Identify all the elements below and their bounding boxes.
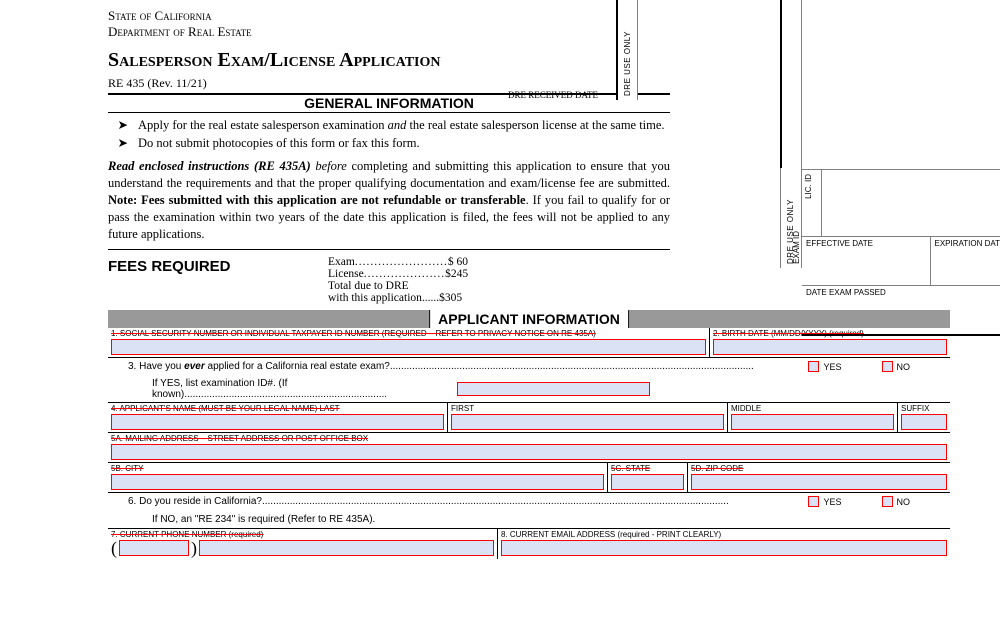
phone-paren-open: ( <box>111 539 117 557</box>
applicant-info-band: APPLICANT INFORMATION <box>108 310 950 328</box>
fees-section: FEES REQUIRED Exam......................… <box>108 256 670 304</box>
email-label: 8. CURRENT EMAIL ADDRESS (required - PRI… <box>501 530 947 539</box>
bullet-arrow-icon: ➤ <box>108 117 138 134</box>
bullet-arrow-icon: ➤ <box>108 135 138 152</box>
state-label: 5C. STATE <box>611 464 684 473</box>
dre-received-date-label: DRE RECEIVED DATE <box>508 90 598 100</box>
q6-yes[interactable]: YES <box>808 496 841 507</box>
ssn-input[interactable] <box>111 339 706 355</box>
name-suffix-input[interactable] <box>901 414 947 430</box>
name-last-input[interactable] <box>111 414 444 430</box>
effective-date-box: EFFECTIVE DATE <box>802 237 931 285</box>
q3-yes[interactable]: YES <box>808 361 841 372</box>
dre-exam-id-stub: DRE USE ONLYEXAM ID <box>780 168 802 268</box>
birthdate-input[interactable] <box>713 339 947 355</box>
ssn-label: 1. SOCIAL SECURITY NUMBER OR INDIVIDUAL … <box>111 329 706 338</box>
city-label: 5B. CITY <box>111 464 604 473</box>
mailing-address-input[interactable] <box>111 444 947 460</box>
dre-use-only-stub-1: DRE USE ONLY <box>616 0 638 100</box>
phone-paren-close: ) <box>191 539 197 557</box>
phone-label: 7. CURRENT PHONE NUMBER (required) <box>111 530 494 539</box>
phone-area-input[interactable] <box>119 540 189 556</box>
city-input[interactable] <box>111 474 604 490</box>
q6-label: 6. Do you reside in California?.........… <box>108 496 808 507</box>
name-middle-label: MIDDLE <box>731 404 894 413</box>
name-suffix-label: SUFFIX <box>901 404 947 413</box>
exam-id-input[interactable] <box>457 382 650 396</box>
mailing-address-label: 5A. MAILING ADDRESS – STREET ADDRESS OR … <box>111 434 947 443</box>
zip-label: 5D. ZIP CODE <box>691 464 947 473</box>
name-first-label: FIRST <box>451 404 724 413</box>
q3-sub-label: If YES, list examination ID#. (If known)… <box>108 378 451 400</box>
q6-no[interactable]: NO <box>882 496 911 507</box>
expiration-date-box: EXPIRATION DATE <box>931 237 1000 285</box>
official-use-boxes: LIC. ID EFFECTIVE DATEEXPIRATION DATE DA… <box>802 0 1000 336</box>
name-first-input[interactable] <box>451 414 724 430</box>
email-input[interactable] <box>501 540 947 556</box>
fees-required-header: FEES REQUIRED <box>108 256 328 275</box>
bullet-2: ➤ Do not submit photocopies of this form… <box>108 135 670 152</box>
name-last-label: 4. APPLICANT'S NAME (MUST BE YOUR LEGAL … <box>111 404 444 413</box>
phone-number-input[interactable] <box>199 540 494 556</box>
birthdate-label: 2. BIRTH DATE (MM/DD/YYYY) (required) <box>713 329 947 338</box>
name-middle-input[interactable] <box>731 414 894 430</box>
state-input[interactable] <box>611 474 684 490</box>
q6-sub-label: If NO, an "RE 234" is required (Refer to… <box>108 514 375 525</box>
q3-label: 3. Have you ever applied for a Californi… <box>108 361 808 372</box>
zip-input[interactable] <box>691 474 947 490</box>
q3-no[interactable]: NO <box>882 361 911 372</box>
instructions-paragraph: Read enclosed instructions (RE 435A) bef… <box>108 158 670 242</box>
bullet-1: ➤ Apply for the real estate salesperson … <box>108 117 670 134</box>
